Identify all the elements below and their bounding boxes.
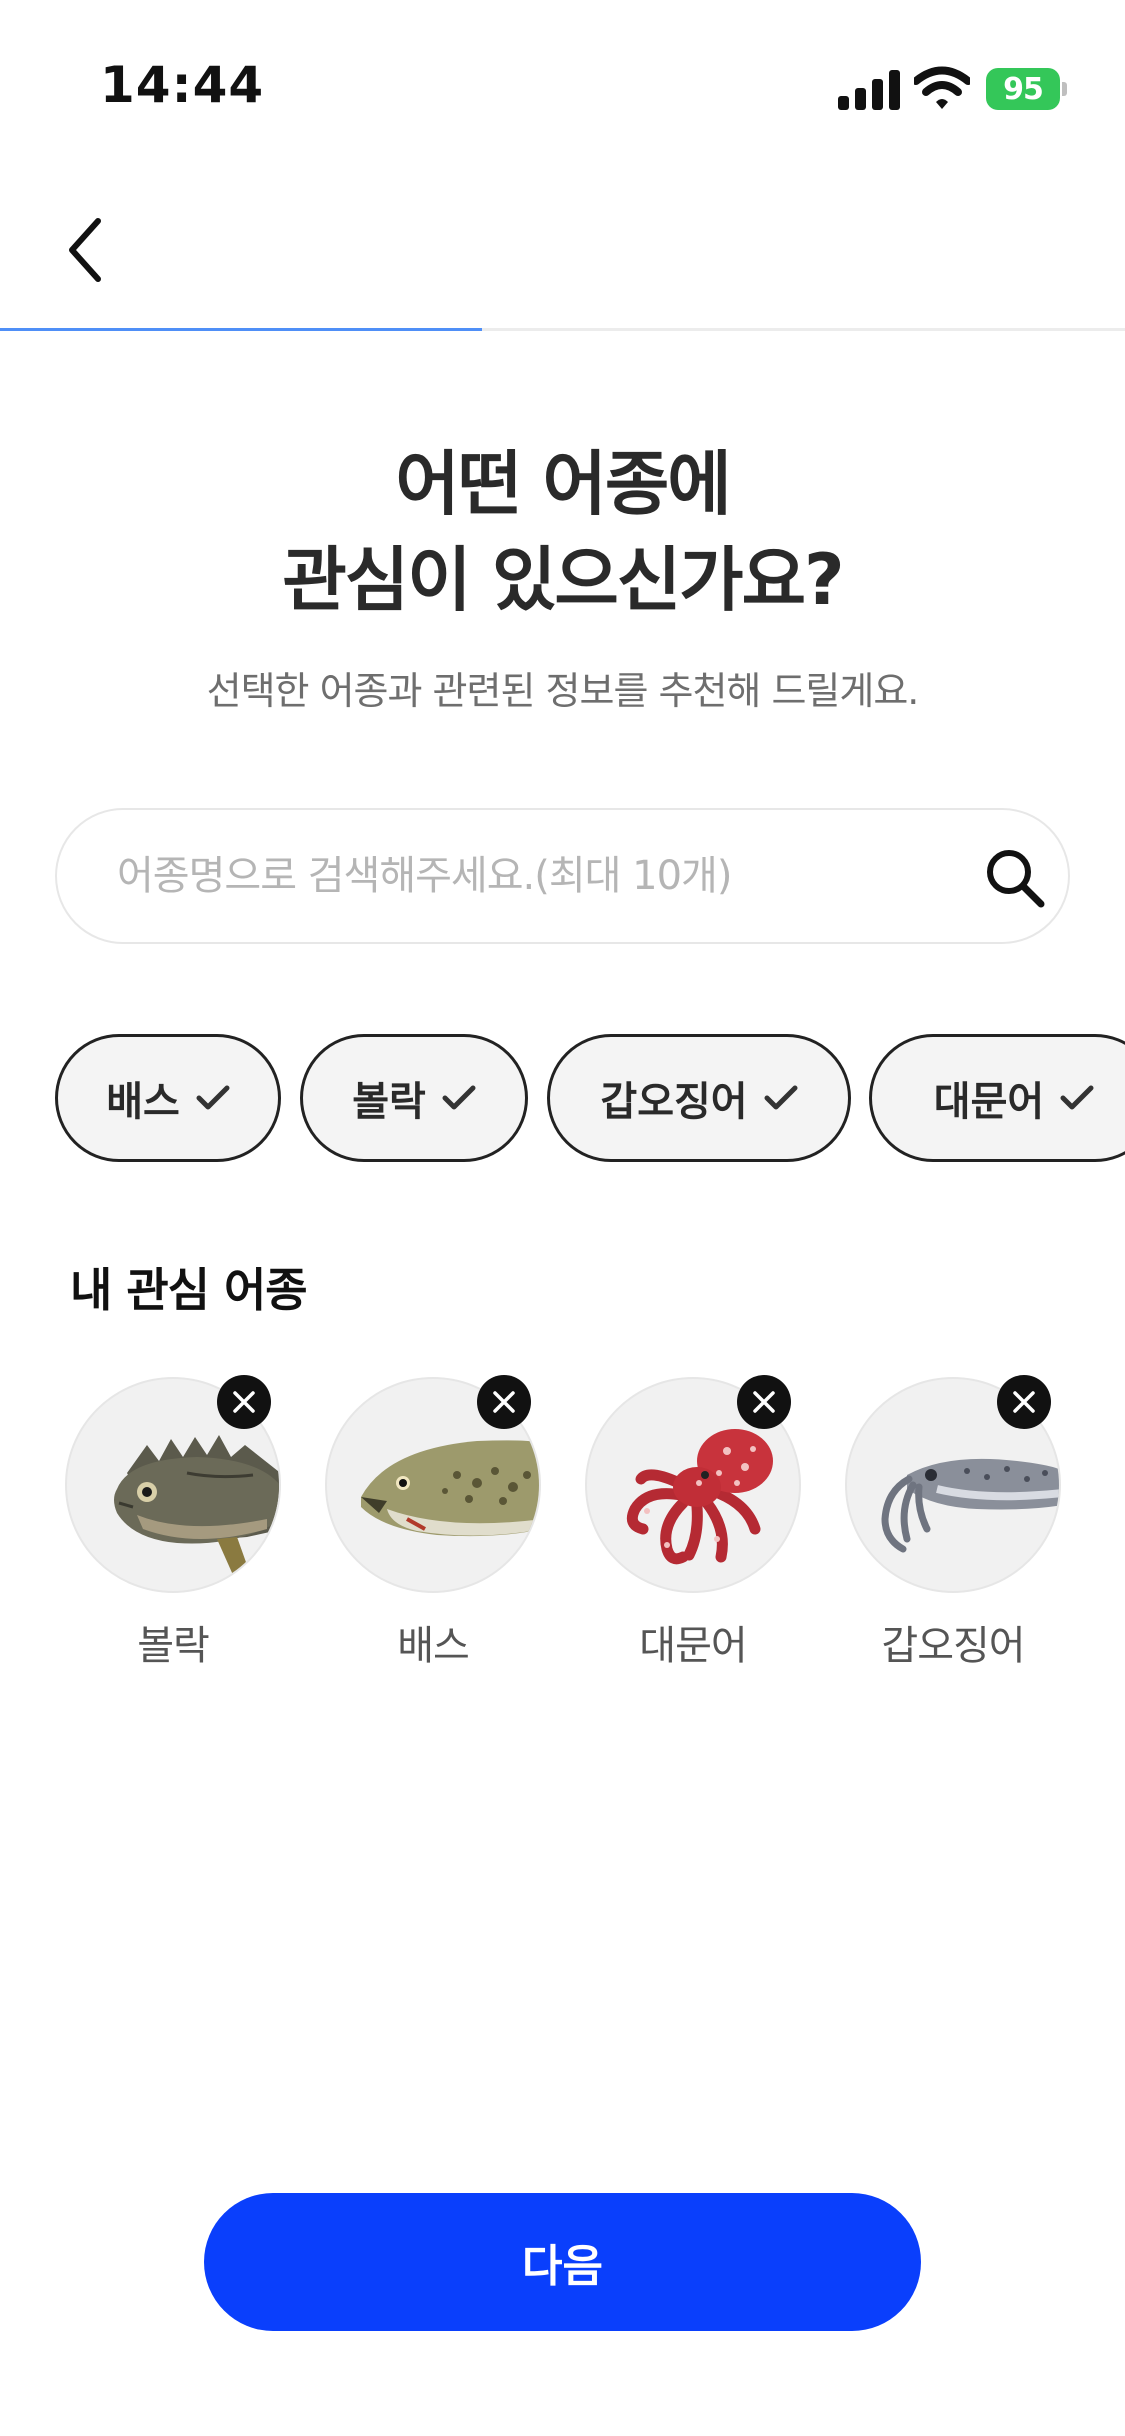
chip-bass[interactable]: 배스 [55,1034,281,1162]
battery-cap [1062,82,1067,96]
cellular-signal-icon [838,70,900,110]
favorite-label: 대문어 [639,1623,747,1669]
chip-label: 배스 [106,1079,180,1125]
battery-level: 95 [986,68,1060,110]
close-icon [493,1391,515,1413]
title-line-2: 관심이 있으신가요? [282,539,844,621]
section-title-favorites: 내 관심 어종 [70,1263,308,1317]
check-icon [1060,1085,1094,1110]
progress-fill [0,328,482,331]
chip-label: 갑오징어 [600,1079,748,1125]
favorite-item[interactable]: 배스 [313,1375,553,1675]
search-box [55,808,1070,944]
favorite-item[interactable]: 대문어 [573,1375,813,1675]
page-title: 어떤 어종에 관심이 있으신가요? [0,436,1125,628]
search-button[interactable] [977,840,1053,916]
favorite-item[interactable]: 볼락 [53,1375,293,1675]
favorite-label: 배스 [397,1623,470,1669]
search-input[interactable] [117,810,937,942]
chip-label: 대문어 [933,1079,1045,1125]
next-button[interactable]: 다음 [204,2193,921,2331]
check-icon [442,1085,476,1110]
back-button[interactable] [44,200,124,300]
selected-chips: 배스 볼락 갑오징어 대문어 [0,1034,1125,1164]
chip-label: 볼락 [352,1079,426,1125]
remove-button[interactable] [997,1375,1051,1429]
status-bar: 14:44 95 [0,0,1125,170]
title-line-1: 어떤 어종에 [395,443,731,525]
remove-button[interactable] [737,1375,791,1429]
navigation-bar [0,170,1125,330]
chip-octopus[interactable]: 대문어 [869,1034,1125,1162]
favorite-label: 갑오징어 [881,1623,1025,1669]
check-icon [196,1085,230,1110]
close-icon [753,1391,775,1413]
chevron-left-icon [69,218,101,282]
chip-rockfish[interactable]: 볼락 [300,1034,528,1162]
chip-cuttlefish[interactable]: 갑오징어 [547,1034,851,1162]
close-icon [233,1391,255,1413]
close-icon [1013,1391,1035,1413]
remove-button[interactable] [217,1375,271,1429]
search-icon [987,850,1045,908]
progress-track [0,328,1125,331]
favorite-species-list: 볼락 배스 대문어 갑오징어 [0,1375,1125,1675]
status-time: 14:44 [100,56,265,114]
check-icon [764,1085,798,1110]
favorite-label: 볼락 [137,1623,210,1669]
remove-button[interactable] [477,1375,531,1429]
battery-indicator: 95 [986,68,1067,110]
wifi-icon [914,66,970,109]
favorite-item[interactable]: 갑오징어 [833,1375,1073,1675]
page-subtitle: 선택한 어종과 관련된 정보를 추천해 드릴게요. [206,669,920,713]
